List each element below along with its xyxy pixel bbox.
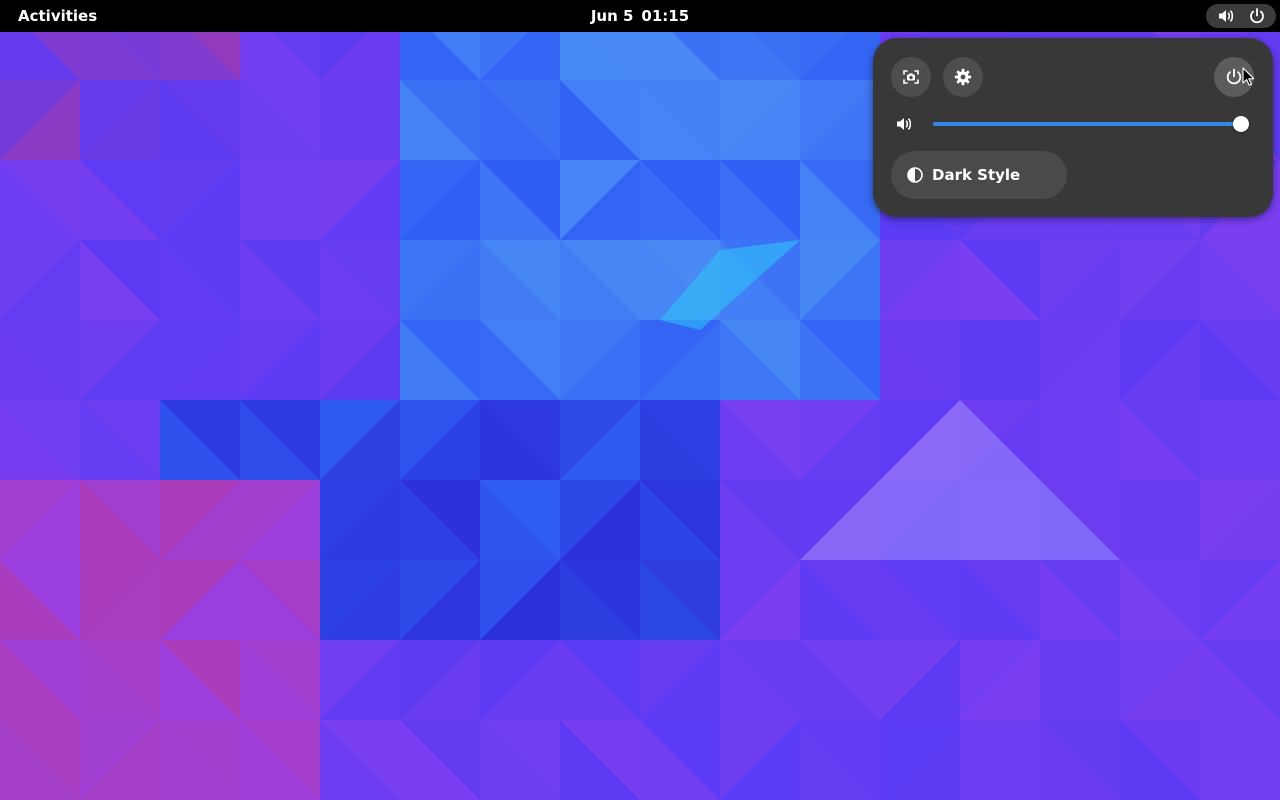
gear-icon — [954, 68, 972, 86]
mouse-pointer-icon — [1242, 67, 1254, 86]
clock-button[interactable]: Jun 5 01:15 — [580, 3, 700, 29]
volume-slider[interactable] — [933, 112, 1249, 136]
half-circle-contrast-icon — [907, 167, 923, 183]
clock-date: Jun 5 — [590, 7, 634, 25]
screenshot-button[interactable] — [891, 57, 931, 97]
volume-slider-handle[interactable] — [1233, 116, 1249, 132]
top-bar: Activities Jun 5 01:15 — [0, 0, 1280, 32]
dark-style-toggle[interactable]: Dark Style — [891, 151, 1067, 199]
power-icon — [1226, 68, 1242, 85]
power-icon — [1249, 8, 1264, 24]
volume-slider-fill — [933, 122, 1241, 126]
speaker-high-icon[interactable] — [895, 115, 913, 133]
dark-style-label: Dark Style — [932, 166, 1021, 184]
clock-time: 01:15 — [641, 7, 690, 25]
activities-button[interactable]: Activities — [8, 3, 107, 29]
screenshot-icon — [903, 70, 919, 84]
system-status-menu[interactable] — [1206, 4, 1276, 28]
quick-settings-panel: Dark Style — [873, 38, 1273, 217]
volume-row — [895, 112, 1255, 136]
volume-icon — [1218, 10, 1233, 22]
settings-button[interactable] — [943, 57, 983, 97]
